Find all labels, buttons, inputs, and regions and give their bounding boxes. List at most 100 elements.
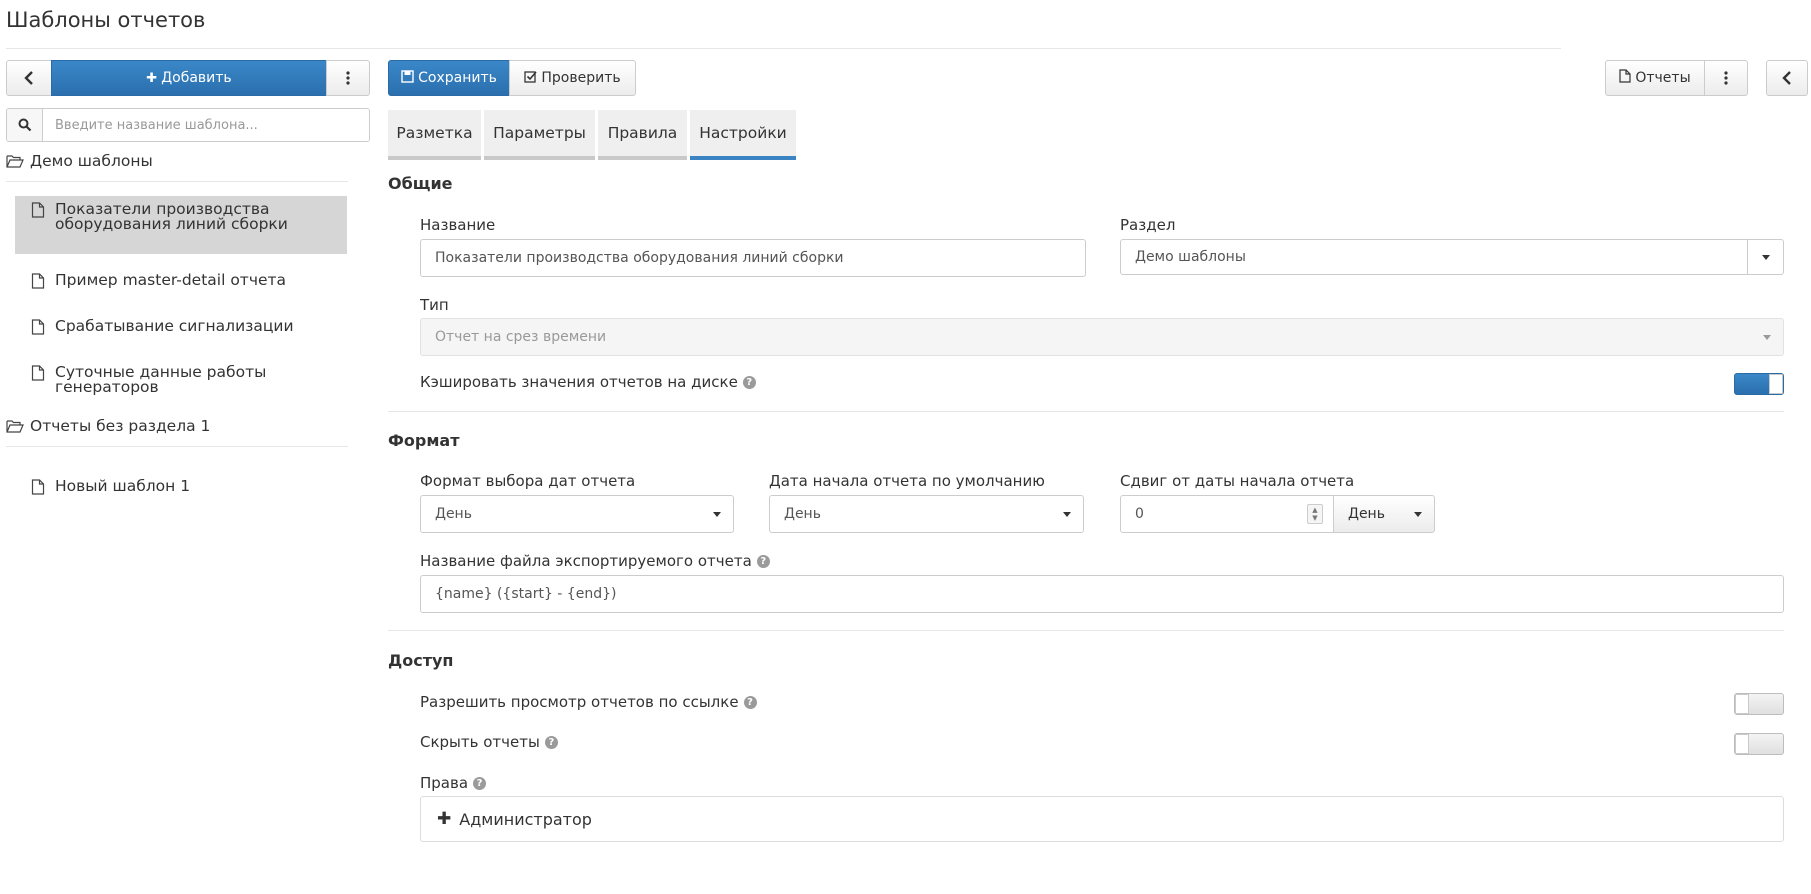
rights-label-text: Права (420, 774, 469, 792)
folder-divider (6, 181, 348, 182)
template-item[interactable]: Показатели производства оборудования лини… (15, 196, 347, 254)
folder-open-icon (6, 420, 24, 433)
link-view-toggle[interactable] (1734, 693, 1784, 715)
type-value: Отчет на срез времени (435, 329, 607, 345)
section-select[interactable]: Демо шаблоны (1120, 239, 1784, 275)
tab-label: Настройки (699, 124, 787, 142)
link-view-label: Разрешить просмотр отчетов по ссылке ? (420, 693, 757, 711)
spinner-up-icon[interactable]: ▲ (1312, 506, 1317, 514)
reports-button-label: Отчеты (1635, 70, 1691, 86)
sidebar-more-button[interactable] (326, 60, 370, 96)
folder-no-section[interactable]: Отчеты без раздела 1 (6, 417, 210, 435)
collapse-panel-button[interactable] (1766, 60, 1808, 96)
check-button[interactable]: Проверить (509, 60, 636, 96)
folder-name: Отчеты без раздела 1 (30, 417, 211, 435)
date-format-label: Формат выбора дат отчета (420, 472, 636, 490)
add-template-button[interactable]: ✚ Добавить (51, 60, 327, 96)
template-item[interactable]: Новый шаблон 1 (15, 473, 347, 501)
tab-rules[interactable]: Правила (598, 110, 687, 160)
section-label: Раздел (1120, 216, 1176, 234)
caret-down-icon (1763, 335, 1771, 340)
template-item[interactable]: Суточные данные работы генераторов (15, 359, 347, 401)
offset-input[interactable]: 0 ▲ ▼ (1120, 495, 1334, 533)
type-label: Тип (420, 296, 449, 314)
filename-value: {name} ({start} - {end}) (435, 586, 617, 602)
template-item-label: Пример master-detail отчета (55, 271, 287, 289)
vertical-dots-icon (1724, 71, 1728, 85)
template-item-label: Новый шаблон 1 (55, 477, 191, 495)
rights-item-label[interactable]: Администратор (459, 810, 592, 829)
tab-settings[interactable]: Настройки (690, 110, 796, 160)
name-input[interactable]: Показатели производства оборудования лин… (420, 239, 1086, 277)
template-item[interactable]: Пример master-detail отчета (15, 267, 347, 295)
cache-label: Кэшировать значения отчетов на диске ? (420, 373, 756, 391)
template-search (6, 108, 370, 142)
folder-divider (6, 446, 348, 447)
section-format-title: Формат (388, 431, 460, 450)
save-button-label: Сохранить (418, 70, 497, 86)
filename-label-text: Название файла экспортируемого отчета (420, 552, 752, 570)
question-circle-icon[interactable]: ? (742, 375, 756, 389)
hide-reports-toggle[interactable] (1734, 733, 1784, 755)
toggle-knob (1735, 734, 1749, 754)
toggle-knob (1769, 374, 1783, 394)
chevron-left-icon (1782, 71, 1791, 85)
file-icon (1619, 69, 1631, 87)
tab-label: Параметры (493, 124, 586, 142)
tab-markup[interactable]: Разметка (388, 110, 481, 160)
name-label: Название (420, 216, 496, 234)
plus-icon: ✚ (146, 70, 158, 86)
template-item-label-2: генераторов (55, 378, 159, 396)
file-icon (31, 202, 45, 218)
number-spinner[interactable]: ▲ ▼ (1307, 504, 1323, 524)
back-button[interactable] (6, 60, 52, 96)
spinner-down-icon[interactable]: ▼ (1312, 514, 1317, 522)
cache-toggle[interactable] (1734, 373, 1784, 395)
question-circle-icon[interactable]: ? (756, 554, 770, 568)
check-square-icon (524, 70, 537, 87)
caret-down-icon (713, 512, 721, 517)
file-icon (31, 273, 45, 289)
save-icon (401, 69, 414, 87)
default-start-select[interactable]: День (769, 495, 1084, 533)
search-input[interactable] (43, 109, 369, 141)
chevron-left-icon (24, 71, 33, 85)
section-general-title: Общие (388, 174, 453, 193)
reports-more-button[interactable] (1704, 60, 1748, 96)
rights-list: ✚ Администратор (420, 796, 1784, 842)
file-icon (31, 319, 45, 335)
caret-down-icon (1063, 512, 1071, 517)
reports-button[interactable]: Отчеты (1605, 60, 1705, 96)
question-circle-icon[interactable]: ? (544, 735, 558, 749)
tab-label: Правила (607, 124, 678, 142)
date-format-select[interactable]: День (420, 495, 734, 533)
folder-open-icon (6, 155, 24, 168)
file-icon (31, 365, 45, 381)
offset-label: Сдвиг от даты начала отчета (1120, 472, 1355, 490)
folder-demo-templates[interactable]: Демо шаблоны (6, 152, 153, 170)
section-dropdown-toggle[interactable] (1747, 240, 1783, 274)
offset-unit-select[interactable]: День (1333, 495, 1435, 533)
template-item[interactable]: Срабатывание сигнализации (15, 313, 347, 341)
file-icon (31, 479, 45, 495)
plus-icon[interactable]: ✚ (437, 809, 451, 829)
check-button-label: Проверить (541, 70, 621, 86)
caret-down-icon (1761, 254, 1770, 260)
filename-label: Название файла экспортируемого отчета ? (420, 552, 770, 570)
section-divider (388, 630, 1784, 631)
tab-label: Разметка (396, 124, 473, 142)
tab-parameters[interactable]: Параметры (484, 110, 595, 160)
title-divider (6, 48, 1561, 49)
default-start-label: Дата начала отчета по умолчанию (769, 472, 1045, 490)
toggle-knob (1735, 694, 1749, 714)
question-circle-icon[interactable]: ? (743, 695, 757, 709)
save-button[interactable]: Сохранить (388, 60, 510, 96)
filename-input[interactable]: {name} ({start} - {end}) (420, 575, 1784, 613)
question-circle-icon[interactable]: ? (473, 776, 487, 790)
vertical-dots-icon (346, 71, 350, 85)
link-view-label-text: Разрешить просмотр отчетов по ссылке (420, 693, 739, 711)
section-access-title: Доступ (388, 651, 454, 670)
cache-label-text: Кэшировать значения отчетов на диске (420, 373, 738, 391)
hide-reports-label: Скрыть отчеты ? (420, 733, 558, 751)
template-item-label-2: оборудования линий сборки (55, 215, 288, 233)
